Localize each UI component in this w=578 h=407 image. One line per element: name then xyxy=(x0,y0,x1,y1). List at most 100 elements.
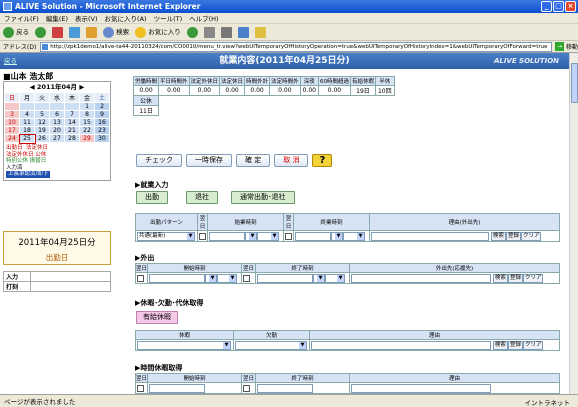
folder-button[interactable] xyxy=(254,26,266,38)
calendar-day[interactable]: 27 xyxy=(49,134,65,143)
hourly-end-input[interactable] xyxy=(257,383,313,393)
hourly-reason-input[interactable] xyxy=(351,383,491,393)
forward-button[interactable] xyxy=(35,26,47,38)
hourly-start-next-day-checkbox[interactable] xyxy=(137,384,144,392)
calendar-day[interactable] xyxy=(49,102,65,111)
check-button[interactable]: チェック xyxy=(136,154,182,167)
outing-start-hour-select[interactable]: ▼ xyxy=(205,273,217,283)
calendar-day-selected[interactable]: 25 xyxy=(18,133,36,144)
cancel-button[interactable]: 取 消 xyxy=(274,154,309,167)
calendar-day[interactable] xyxy=(4,102,20,111)
calendar-day[interactable]: 22 xyxy=(79,126,95,135)
calendar-day[interactable]: 19 xyxy=(34,126,50,135)
calendar-day[interactable]: 20 xyxy=(49,126,65,135)
history-button[interactable] xyxy=(186,26,198,38)
hold-button[interactable]: 一時保存 xyxy=(186,154,232,167)
leave-search-button[interactable]: 検索 xyxy=(492,340,508,350)
hourly-end-next-day-checkbox[interactable] xyxy=(243,384,250,392)
calendar-day[interactable] xyxy=(64,102,80,111)
absence-type-select[interactable]: ▼ xyxy=(235,340,307,350)
end-hour-input[interactable] xyxy=(295,231,331,241)
leave-type-select[interactable]: ▼ xyxy=(137,340,231,350)
scrollbar-thumb[interactable] xyxy=(571,63,578,103)
calendar-day[interactable]: 28 xyxy=(64,134,80,143)
menu-favorites[interactable]: お気に入り(A) xyxy=(105,13,147,23)
mail-button[interactable] xyxy=(203,26,215,38)
calendar-day[interactable]: 3 xyxy=(4,110,20,119)
normal-attendance-button[interactable]: 通常出勤･退社 xyxy=(231,191,295,204)
favorites-button[interactable]: お気に入り xyxy=(135,26,181,38)
leave-clear-button[interactable]: クリア xyxy=(522,340,544,350)
work-register-button[interactable]: 登録 xyxy=(505,231,521,241)
outing-search-button[interactable]: 検索 xyxy=(492,273,508,283)
outing-register-button[interactable]: 登録 xyxy=(507,273,523,283)
calendar-day[interactable] xyxy=(19,102,35,111)
hourly-start-input[interactable] xyxy=(149,383,205,393)
calendar-day[interactable]: 10 xyxy=(4,118,20,127)
refresh-button[interactable] xyxy=(69,26,81,38)
clock-in-button[interactable]: 出勤 xyxy=(136,191,168,204)
calendar-day[interactable]: 7 xyxy=(64,110,80,119)
end-next-day-checkbox[interactable] xyxy=(285,232,292,240)
calendar-day[interactable]: 17 xyxy=(4,126,20,135)
work-search-button[interactable]: 検索 xyxy=(490,231,506,241)
help-button[interactable]: ? xyxy=(312,154,333,167)
end-minute-select[interactable]: ▼ xyxy=(343,231,365,241)
calendar-day[interactable]: 6 xyxy=(49,110,65,119)
go-label[interactable]: 移動 xyxy=(566,42,578,51)
outing-destination-input[interactable] xyxy=(351,273,491,283)
outing-start-input[interactable] xyxy=(149,273,205,283)
edit-button[interactable] xyxy=(237,26,249,38)
pattern-select[interactable]: 共通(最新) ▼ xyxy=(137,231,195,241)
back-button[interactable]: 戻る xyxy=(3,26,29,38)
minimize-button[interactable]: _ xyxy=(541,1,552,12)
calendar-day[interactable]: 29 xyxy=(79,134,95,143)
confirm-button[interactable]: 確 定 xyxy=(236,154,271,167)
prev-month-button[interactable]: ◀ xyxy=(30,83,37,91)
calendar-day[interactable]: 16 xyxy=(94,118,110,127)
stop-button[interactable] xyxy=(52,26,64,38)
outing-end-next-day-checkbox[interactable] xyxy=(243,274,250,282)
end-hour-select[interactable]: ▼ xyxy=(331,231,343,241)
clock-out-button[interactable]: 退社 xyxy=(186,191,218,204)
start-hour-select[interactable]: ▼ xyxy=(245,231,257,241)
calendar-day[interactable]: 15 xyxy=(79,118,95,127)
calendar-day[interactable]: 18 xyxy=(19,126,35,135)
start-hour-input[interactable] xyxy=(209,231,245,241)
menu-file[interactable]: ファイル(F) xyxy=(4,13,39,23)
close-button[interactable]: × xyxy=(565,1,576,12)
maximize-button[interactable]: □ xyxy=(553,1,564,12)
calendar-day[interactable]: 9 xyxy=(94,110,110,119)
address-input[interactable]: http://zpk1demo1/alive-ta44-20110324/com… xyxy=(40,41,552,52)
calendar-day[interactable] xyxy=(34,102,50,111)
calendar-day[interactable]: 11 xyxy=(19,118,35,127)
calendar-day[interactable]: 8 xyxy=(79,110,95,119)
calendar-day[interactable]: 12 xyxy=(34,118,50,127)
calendar-day[interactable]: 21 xyxy=(64,126,80,135)
calendar-day[interactable]: 30 xyxy=(94,134,110,143)
vertical-scrollbar[interactable] xyxy=(569,53,578,394)
outing-end-input[interactable] xyxy=(257,273,313,283)
leave-register-button[interactable]: 登録 xyxy=(507,340,523,350)
outing-start-minute-select[interactable]: ▼ xyxy=(217,273,237,283)
search-button[interactable]: 検索 xyxy=(103,26,129,38)
next-month-button[interactable]: ▶ xyxy=(77,83,84,91)
print-button[interactable] xyxy=(220,26,232,38)
menu-help[interactable]: ヘルプ(H) xyxy=(189,13,218,23)
outing-end-minute-select[interactable]: ▼ xyxy=(325,273,345,283)
calendar-day[interactable]: 24 xyxy=(4,134,20,143)
menu-tools[interactable]: ツール(T) xyxy=(154,13,183,23)
calendar-day[interactable]: 14 xyxy=(64,118,80,127)
outing-start-next-day-checkbox[interactable] xyxy=(137,274,144,282)
menu-edit[interactable]: 編集(E) xyxy=(46,13,68,23)
calendar-day[interactable]: 4 xyxy=(19,110,35,119)
start-minute-select[interactable]: ▼ xyxy=(257,231,279,241)
start-next-day-checkbox[interactable] xyxy=(199,232,206,240)
menu-view[interactable]: 表示(V) xyxy=(75,13,98,23)
calendar-day[interactable]: 26 xyxy=(34,134,50,143)
back-link[interactable]: 戻る xyxy=(4,53,17,70)
outing-clear-button[interactable]: クリア xyxy=(522,273,544,283)
work-clear-button[interactable]: クリア xyxy=(520,231,542,241)
work-reason-input[interactable] xyxy=(371,231,489,241)
home-button[interactable] xyxy=(86,26,98,38)
